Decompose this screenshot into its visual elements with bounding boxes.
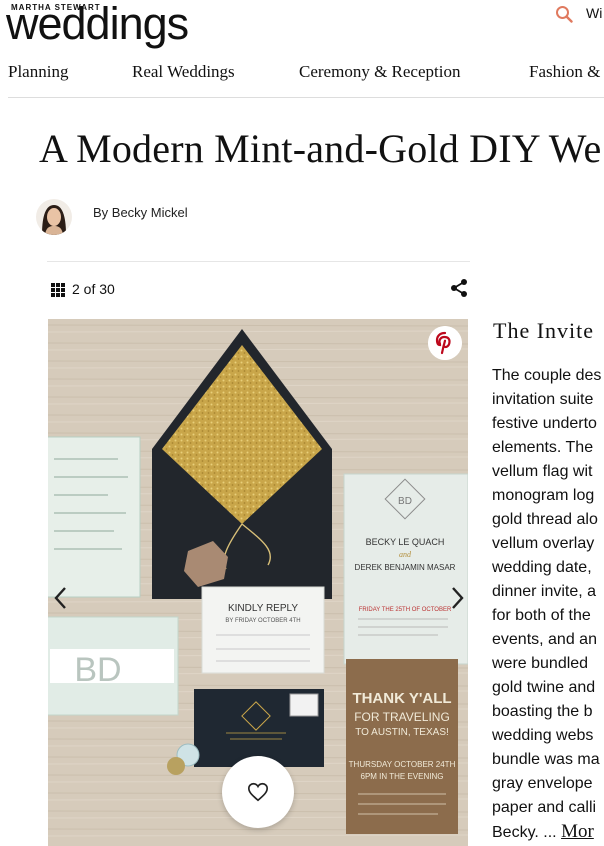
previous-arrow-icon[interactable] [50,583,72,613]
caption-title: The Invite [493,318,595,343]
next-arrow-icon[interactable] [446,583,468,613]
invite-monogram: BD [398,496,412,507]
monogram-text: BD [74,651,121,689]
caption-line: paper and calli [492,799,597,816]
reply-card: KINDLY REPLY BY FRIDAY OCTOBER 4TH [201,586,325,674]
monogram-card: BD [48,616,179,716]
caption-line: wedding webs [492,727,594,744]
nav-item-ceremony-reception[interactable]: Ceremony & Reception [299,62,460,82]
divider [47,261,470,262]
caption-line: vellum flag wit [492,463,593,480]
vellum-card [48,436,141,598]
caption-line: festive underto [492,415,597,432]
caption-line: gold thread alo [492,511,598,528]
grid-icon[interactable] [51,283,65,297]
invite-bride: BECKY LE QUACH [366,537,445,547]
caption-line: invitation suite [492,391,594,408]
header-cut-text[interactable]: Wi [586,5,602,21]
caption-line: wedding date, [492,559,592,576]
share-icon[interactable] [449,278,469,298]
caption-line: gold twine and [492,679,596,696]
nav-item-fashion[interactable]: Fashion & [529,62,600,82]
nav-item-real-weddings[interactable]: Real Weddings [132,62,235,82]
caption-body: The couple des invitation suite festive … [492,364,604,845]
save-button[interactable] [222,756,294,828]
caption-line: were bundled [492,655,589,672]
travel-card-line1: THANK Y'ALL [352,690,451,707]
gold-coin [167,757,185,775]
travel-card-line4: THURSDAY OCTOBER 24TH [349,760,456,769]
byline[interactable]: By Becky Mickel [93,205,188,220]
caption-line: bundle was ma [492,751,600,768]
invite-groom: DEREK BENJAMIN MASAR [355,563,456,572]
invitation-card: BD BECKY LE QUACH and DEREK BENJAMIN MAS… [343,473,468,665]
travel-card-line5: 6PM IN THE EVENING [361,772,444,781]
nav-divider [8,97,604,98]
caption-line: boasting the b [492,703,593,720]
reply-card-title: KINDLY REPLY [228,603,298,614]
invite-date: FRIDAY THE 25TH OF OCTOBER [359,607,452,613]
caption-line: dinner invite, a [492,583,597,600]
brand-logo[interactable]: weddings [6,0,189,54]
slide-counter: 2 of 30 [72,281,115,297]
caption-line: monogram log [492,487,595,504]
caption-line: events, and an [492,631,597,648]
page-title: A Modern Mint-and-Gold DIY We [39,126,602,171]
travel-card: THANK Y'ALL FOR TRAVELING TO AUSTIN, TEX… [346,659,458,834]
reply-card-deadline: BY FRIDAY OCTOBER 4TH [225,618,300,624]
travel-card-line3: TO AUSTIN, TEXAS! [355,727,449,738]
search-icon[interactable] [555,5,573,23]
travel-card-line2: FOR TRAVELING [354,710,450,724]
more-link[interactable]: Mor [561,821,594,842]
caption-line: The couple des [492,367,602,384]
nav-item-planning[interactable]: Planning [8,62,68,82]
heart-icon [248,782,268,802]
caption-last-line: Becky. ... Mor [492,820,604,845]
pinterest-icon[interactable] [428,326,462,360]
invite-and: and [399,550,412,559]
caption-line: elements. The [492,439,594,456]
caption-line: for both of the [492,607,591,624]
caption-line: Becky. ... [492,824,557,841]
avatar[interactable] [36,199,72,235]
caption-line: vellum overlay [492,535,595,552]
caption-line: gray envelope [492,775,593,792]
